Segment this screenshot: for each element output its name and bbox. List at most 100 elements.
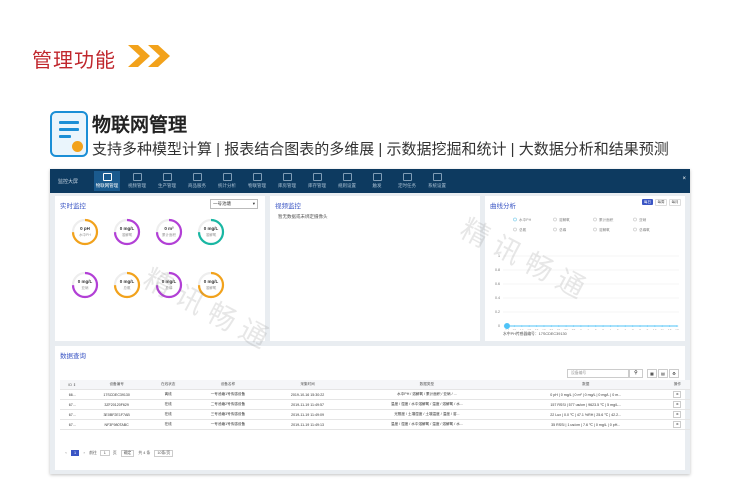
nav-item-label: 库存管理: [308, 183, 326, 188]
data-point[interactable]: [639, 325, 641, 327]
legend-label[interactable]: 总磷氧: [639, 227, 650, 232]
y-tick-label: 0.4: [495, 296, 500, 300]
data-point[interactable]: [668, 325, 671, 327]
nav-item-10[interactable]: 定时任务: [394, 171, 420, 191]
column-header[interactable]: 在线状态: [148, 380, 188, 390]
column-header[interactable]: 数据: [506, 380, 665, 390]
data-point[interactable]: [565, 325, 567, 327]
legend-marker[interactable]: [593, 217, 597, 222]
table-cell: 2019-11-19 11:49:09: [268, 409, 347, 420]
period-weekly-button[interactable]: 每周: [655, 199, 667, 206]
table-cell: 在线: [148, 399, 188, 410]
legend-label[interactable]: 总氨: [519, 227, 527, 232]
data-point[interactable]: [654, 325, 656, 327]
legend-marker[interactable]: [553, 227, 557, 232]
nav-item-7[interactable]: 库存管理: [304, 171, 330, 191]
settings-icon[interactable]: ⚙: [669, 369, 679, 378]
row-settings-icon[interactable]: ⚙: [673, 411, 682, 418]
data-point[interactable]: [580, 325, 582, 327]
nav-item-8[interactable]: 规则设置: [334, 171, 360, 191]
legend-label[interactable]: 水中PH: [519, 217, 532, 222]
data-point[interactable]: [504, 323, 510, 329]
nav-item-11[interactable]: 系统设置: [424, 171, 450, 191]
table-row[interactable]: 67... NF3F980TABC 在线 一号池塘1号传感设备 2019-11-19 1…: [60, 419, 690, 430]
column-header[interactable]: 设备编号: [84, 380, 149, 390]
data-point[interactable]: [572, 325, 575, 327]
video-panel: 视频监控 暂无数据或未绑定摄像头: [270, 196, 480, 341]
row-settings-icon[interactable]: ⚙: [673, 391, 682, 398]
pager-page-input[interactable]: 1: [99, 450, 110, 456]
search-input[interactable]: 设备编号: [567, 369, 629, 378]
nav-item-9[interactable]: 触发: [364, 171, 390, 191]
data-point[interactable]: [631, 325, 634, 327]
data-point[interactable]: [676, 325, 678, 327]
table-cell: 温度 / 湿度 / 水中溶解氧 / 温度 / 溶解氧 / 水...: [346, 399, 507, 410]
data-point[interactable]: [520, 325, 523, 327]
gauge: 0 mg/L 总磷: [155, 271, 183, 299]
data-point[interactable]: [543, 325, 545, 327]
gauge-label: 水中PH: [79, 233, 91, 237]
legend-label[interactable]: 总磷: [559, 227, 567, 232]
legend-marker[interactable]: [593, 227, 597, 232]
pager-page-1[interactable]: 1: [71, 450, 80, 456]
nav-item-6[interactable]: 库房管理: [274, 171, 300, 191]
column-header[interactable]: 数据类型: [346, 380, 507, 390]
legend-marker[interactable]: [553, 217, 557, 222]
data-point[interactable]: [528, 325, 530, 327]
pager-size-select[interactable]: 10条/页: [154, 450, 174, 457]
pond-select[interactable]: 一号池塘 ▾: [210, 199, 258, 209]
data-point[interactable]: [513, 325, 516, 327]
data-point[interactable]: [587, 325, 590, 327]
legend-marker[interactable]: [513, 227, 517, 232]
x-tick-label: 0: [580, 329, 582, 330]
legend-label[interactable]: 亚硝: [639, 217, 647, 222]
pager-prev-icon[interactable]: ‹: [62, 451, 70, 455]
column-header[interactable]: ID ⇕: [60, 380, 85, 390]
data-point[interactable]: [557, 325, 560, 327]
nav-item-1[interactable]: 视频管理: [124, 171, 150, 191]
data-point[interactable]: [594, 325, 597, 327]
period-daily-button[interactable]: 每日: [642, 199, 653, 205]
data-point[interactable]: [617, 325, 619, 327]
data-point[interactable]: [646, 325, 649, 327]
close-icon[interactable]: ×: [682, 176, 686, 182]
data-point[interactable]: [609, 325, 612, 327]
column-header[interactable]: 操作: [664, 380, 690, 390]
data-point[interactable]: [535, 325, 538, 327]
row-settings-icon[interactable]: ⚙: [673, 421, 682, 428]
data-point[interactable]: [550, 325, 553, 327]
legend-label[interactable]: 溶解氧: [599, 227, 610, 232]
column-header[interactable]: 设备名称: [187, 380, 269, 390]
feature-title: 物联网管理: [92, 115, 188, 136]
column-header[interactable]: 采集时间: [268, 380, 347, 390]
legend-label[interactable]: 累计面积: [599, 217, 614, 222]
table-cell: 157 RSSI | 577 us/cm | 9623.5 ℃ | 5 mg/L…: [506, 399, 665, 410]
grid-view-icon[interactable]: ▦: [647, 369, 657, 378]
legend-label[interactable]: 溶解氧: [559, 217, 570, 222]
nav-item-0[interactable]: 物联网管理: [94, 171, 120, 191]
gauge-ring: [197, 271, 225, 299]
data-point[interactable]: [602, 325, 604, 327]
legend-marker[interactable]: [513, 217, 517, 222]
search-icon[interactable]: ⚲: [629, 369, 643, 378]
nav-item-2[interactable]: 生产管理: [154, 171, 180, 191]
nav-item-3[interactable]: 商品服务: [184, 171, 210, 191]
data-point[interactable]: [661, 325, 664, 327]
table-row[interactable]: 67... 3E0BF2E1F7AB 在线 三号池塘3号传感设备 2019-11-19 …: [60, 409, 690, 420]
print-icon[interactable]: ▤: [658, 369, 668, 378]
nav-item-4[interactable]: 统计分析: [214, 171, 240, 191]
row-settings-icon[interactable]: ⚙: [673, 401, 682, 408]
x-tick-label: 18: [535, 329, 539, 330]
period-monthly-button[interactable]: 每月: [669, 199, 681, 206]
nav-icon: [432, 173, 442, 181]
legend-marker[interactable]: [633, 217, 637, 222]
nav-item-5[interactable]: 物联管理: [244, 171, 270, 191]
data-point[interactable]: [624, 325, 627, 327]
nav-icon: [162, 173, 172, 181]
pager-confirm-button[interactable]: 确定: [120, 450, 135, 457]
table-row[interactable]: 66... 17SCDEC39130 离线 一号池塘1号传感设备 2019-10-16 …: [60, 389, 690, 400]
table-row[interactable]: 67... 3ZF20120F629 在线 二号池塘2号传感设备 2019-11-19 …: [60, 399, 690, 410]
table-cell: 2019-10-16 15:30:22: [268, 389, 347, 400]
pager-next-icon[interactable]: ›: [80, 451, 88, 455]
legend-marker[interactable]: [633, 227, 637, 232]
